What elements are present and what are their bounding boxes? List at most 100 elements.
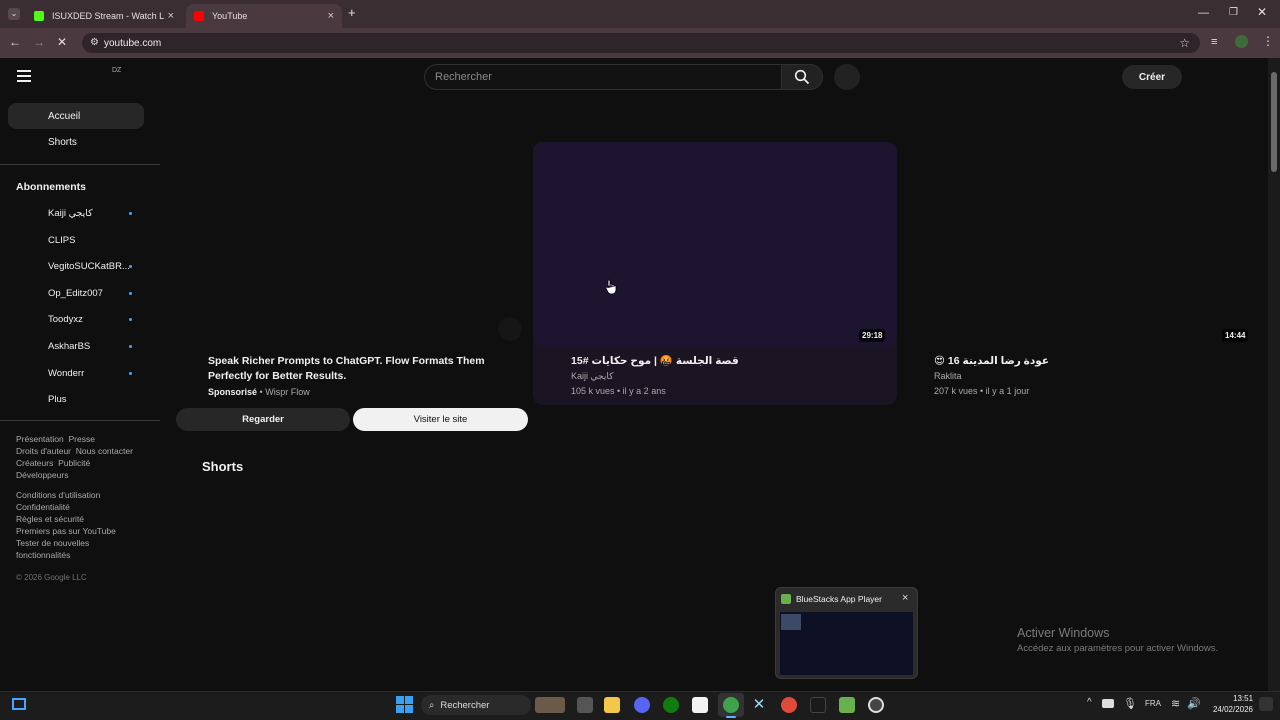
taskbar-search[interactable]: ⌕ Rechercher	[421, 695, 531, 715]
new-content-dot	[129, 212, 132, 215]
activation-watermark-title: Activer Windows	[1017, 626, 1110, 640]
browser-menu-icon[interactable]: ⋮	[1262, 35, 1274, 47]
voice-search-button[interactable]	[834, 64, 860, 90]
footer-link[interactable]: Nous contacter	[76, 446, 133, 456]
footer-link[interactable]: Publicité	[58, 458, 90, 468]
microphone-icon[interactable]: 🎙	[1123, 697, 1137, 710]
minimize-icon[interactable]: —	[1198, 7, 1209, 19]
sidebar-item-home[interactable]: Accueil	[8, 103, 144, 129]
taskbar-thumbnail-popup[interactable]: BlueStacks App Player ×	[775, 587, 918, 679]
settings-gear-icon[interactable]	[868, 697, 884, 713]
back-icon[interactable]: ←	[9, 36, 21, 48]
copyright: © 2026 Google LLC	[16, 573, 87, 582]
reading-list-icon[interactable]: ≡	[1211, 36, 1217, 48]
forward-icon[interactable]: →	[33, 36, 45, 48]
ad-title[interactable]: Speak Richer Prompts to ChatGPT. Flow Fo…	[208, 354, 498, 384]
scrollbar[interactable]	[1268, 58, 1280, 691]
task-view-icon[interactable]	[577, 697, 593, 713]
address-bar[interactable]: ⚙ youtube.com ☆	[82, 33, 1200, 53]
scrollbar-thumb[interactable]	[1271, 72, 1277, 172]
video-views: 105 k vues • il y a 2 ans	[571, 386, 666, 396]
xbox-icon[interactable]	[663, 697, 679, 713]
sidebar-divider	[0, 420, 160, 421]
new-content-dot	[129, 318, 132, 321]
video-title[interactable]: قصة الجلسة 🤬 | موح حكايات #15	[571, 354, 871, 369]
footer-link[interactable]: Présentation	[16, 434, 64, 444]
sidebar-item-sub-clips[interactable]: CLIPS	[48, 235, 75, 246]
sidebar-item-sub-kaiji[interactable]: Kaiji كايجي	[48, 208, 93, 219]
chrome-icon[interactable]	[723, 697, 739, 713]
chrome-icon[interactable]	[781, 697, 797, 713]
advertiser-name: Wispr Flow	[265, 387, 310, 397]
bookmark-star-icon[interactable]: ☆	[1179, 36, 1190, 50]
sidebar-item-sub-wonderr[interactable]: Wonderr	[48, 368, 84, 379]
sidebar-item-shorts[interactable]: Shorts	[8, 129, 144, 155]
footer-link[interactable]: Règles et sécurité	[16, 513, 84, 525]
tab-label: ISUXDED Stream - Watch Live o	[52, 11, 164, 21]
new-tab-button[interactable]: +	[348, 6, 356, 19]
sidebar-item-sub-askhar[interactable]: AskharBS	[48, 341, 90, 352]
url-text: youtube.com	[104, 37, 162, 49]
tab-search-icon[interactable]: ⌄	[8, 8, 20, 20]
windows-start-icon[interactable]	[396, 696, 413, 713]
kick-icon	[34, 11, 44, 21]
close-icon[interactable]: ×	[902, 592, 908, 604]
maximize-icon[interactable]: ❐	[1229, 7, 1238, 19]
sidebar-item-sub-vegito[interactable]: VegitoSUCKatBR...	[48, 261, 130, 272]
language-indicator[interactable]: FRA	[1145, 699, 1161, 708]
footer-link[interactable]: Conditions d'utilisation	[16, 489, 100, 501]
wifi-icon[interactable]: ≋	[1171, 697, 1180, 710]
footer-link[interactable]: Tester de nouvelles fonctionnalités	[16, 537, 116, 561]
widgets-icon[interactable]	[12, 698, 26, 710]
activation-watermark-text: Accédez aux paramètres pour activer Wind…	[1017, 643, 1219, 654]
close-window-icon[interactable]: ✕	[1257, 6, 1267, 18]
search-input[interactable]: Rechercher	[424, 64, 782, 90]
footer-link[interactable]: Presse	[68, 434, 94, 444]
sidebar-item-more[interactable]: Plus	[48, 394, 66, 405]
profile-avatar[interactable]	[1235, 35, 1248, 48]
close-tab-icon[interactable]: ×	[328, 10, 334, 22]
popup-title: BlueStacks App Player	[796, 594, 882, 604]
stop-loading-icon[interactable]: ✕	[57, 36, 67, 48]
hamburger-menu-icon[interactable]	[17, 70, 31, 82]
footer-links-row: Présentation Presse	[16, 433, 95, 445]
notification-center-icon[interactable]	[1259, 697, 1273, 711]
sidebar-item-sub-toodyxz[interactable]: Toodyxz	[48, 314, 83, 325]
bluestacks-icon[interactable]	[839, 697, 855, 713]
close-tab-icon[interactable]: ×	[168, 10, 174, 22]
footer-link[interactable]: Créateurs	[16, 458, 53, 468]
discord-icon[interactable]	[634, 697, 650, 713]
create-button[interactable]: Créer	[1122, 65, 1182, 89]
search-button[interactable]	[781, 64, 823, 90]
new-content-dot	[129, 265, 132, 268]
chevron-up-icon[interactable]: ^	[1087, 697, 1092, 708]
footer-link[interactable]: Premiers pas sur YouTube	[16, 525, 116, 537]
sidebar-item-sub-opeditz[interactable]: Op_Editz007	[48, 288, 103, 299]
tab-stream[interactable]: ISUXDED Stream - Watch Live o ×	[26, 4, 182, 28]
footer-links-row: Créateurs Publicité	[16, 457, 90, 469]
search-highlight-icon[interactable]	[535, 697, 565, 713]
tab-youtube[interactable]: YouTube ×	[186, 4, 342, 28]
video-title[interactable]: 😍 16 عودة رضا المدينة	[934, 354, 1234, 369]
advertiser-avatar[interactable]	[498, 317, 522, 341]
clock-time[interactable]: 13:51	[1233, 694, 1253, 703]
watch-ad-button[interactable]: Regarder	[176, 408, 350, 431]
file-explorer-icon[interactable]	[604, 697, 620, 713]
channel-name[interactable]: Kaiji كايجي	[571, 371, 613, 382]
terminal-icon[interactable]	[810, 697, 826, 713]
clock-date[interactable]: 24/02/2026	[1208, 705, 1253, 714]
channel-name[interactable]: Raklita	[934, 371, 962, 381]
video-views: 207 k vues • il y a 1 jour	[934, 386, 1030, 396]
visit-site-button[interactable]: Visiter le site	[353, 408, 528, 431]
taskbar-search-label: Rechercher	[440, 699, 490, 711]
tray-app-icon[interactable]	[1102, 699, 1114, 708]
store-icon[interactable]	[692, 697, 708, 713]
video-thumbnail[interactable]	[533, 142, 897, 347]
site-info-icon[interactable]: ⚙	[90, 37, 99, 48]
footer-link[interactable]: Droits d'auteur	[16, 446, 71, 456]
x-icon[interactable]: ✕	[751, 697, 767, 713]
volume-icon[interactable]: 🔊	[1187, 697, 1201, 710]
footer-link[interactable]: Développeurs	[16, 469, 68, 481]
footer-link[interactable]: Confidentialité	[16, 501, 70, 513]
bluestacks-icon	[781, 594, 791, 604]
